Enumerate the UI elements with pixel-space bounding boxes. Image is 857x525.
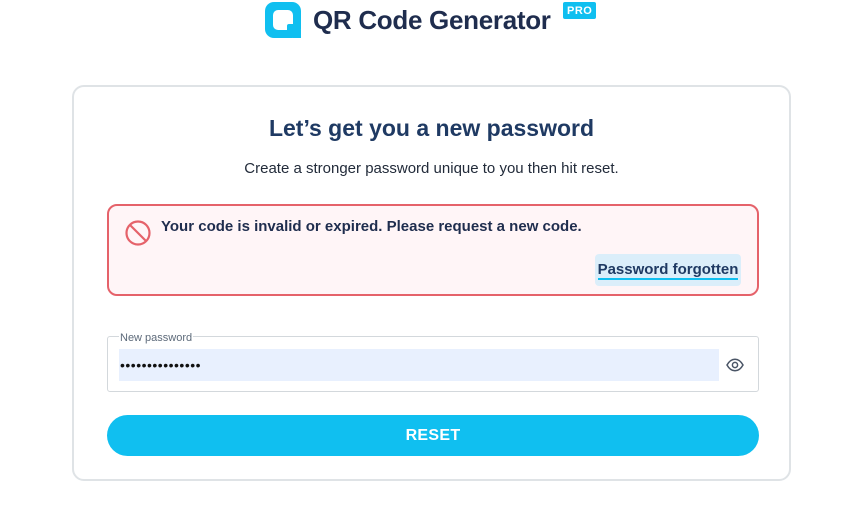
brand-name: QR Code Generator <box>313 4 551 35</box>
new-password-field: New password <box>107 332 759 392</box>
new-password-input[interactable] <box>119 349 719 381</box>
error-alert: Your code is invalid or expired. Please … <box>107 204 759 296</box>
pro-badge: PRO <box>563 2 597 19</box>
prohibited-icon <box>125 220 151 246</box>
page-subtitle: Create a stronger password unique to you… <box>244 160 619 177</box>
reset-button[interactable]: RESET <box>107 415 759 456</box>
eye-icon[interactable] <box>726 356 744 374</box>
password-forgotten-label: Password forgotten <box>597 260 739 280</box>
password-forgotten-link[interactable]: Password forgotten <box>595 254 741 286</box>
page-title: Let’s get you a new password <box>268 115 595 141</box>
reset-password-card: Let’s get you a new password Create a st… <box>72 85 791 481</box>
header: QR Code Generator PRO <box>0 0 857 44</box>
brand-logo[interactable]: QR Code Generator <box>265 1 551 39</box>
new-password-label: New password <box>119 332 194 344</box>
error-message: Your code is invalid or expired. Please … <box>161 218 582 235</box>
qr-logo-icon <box>265 2 301 38</box>
